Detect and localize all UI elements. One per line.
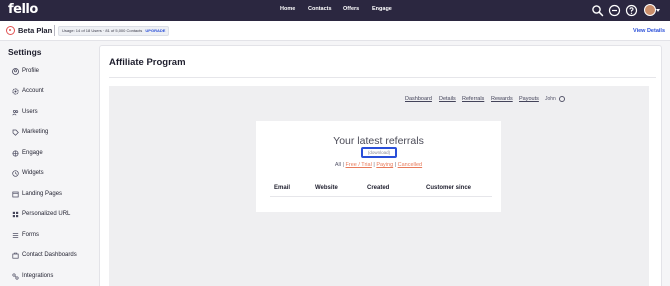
column-header-created: Created <box>367 185 390 191</box>
gear-icon <box>12 88 19 95</box>
tab-dashboard[interactable]: Dashboard <box>405 96 432 102</box>
engage-icon <box>12 150 19 157</box>
download-label: (download) <box>367 150 391 155</box>
integrations-icon <box>12 273 19 280</box>
widget-icon <box>12 170 19 177</box>
affiliate-panel: Dashboard Details Referrals Rewards Payo… <box>109 86 649 286</box>
divider <box>109 77 656 78</box>
usage-badge: Usage: 14 of 18 Users · 81 of 5,000 Cont… <box>58 26 170 36</box>
user-circle-icon <box>12 68 19 75</box>
sidebar-item-label: Profile <box>22 68 40 74</box>
sidebar-item-label: Landing Pages <box>22 191 63 197</box>
sidebar-item-label: Widgets <box>22 170 44 176</box>
top-navigation-bar: fello Home Contacts Offers Engage <box>0 0 670 21</box>
plan-bar: Beta Plan Usage: 14 of 18 Users · 81 of … <box>0 21 670 41</box>
page-icon <box>12 191 19 198</box>
column-header-email: Email <box>274 185 291 191</box>
plan-status-icon <box>6 26 15 35</box>
sidebar-title: Settings <box>8 47 42 57</box>
user-avatar[interactable] <box>644 4 656 16</box>
app-logo[interactable]: fello <box>8 2 38 17</box>
filter-free-trial[interactable]: Free / Trial <box>346 162 372 168</box>
help-icon[interactable] <box>625 4 638 17</box>
tag-icon <box>12 129 19 136</box>
tab-details[interactable]: Details <box>439 96 456 102</box>
page-title: Affiliate Program <box>109 57 186 68</box>
column-header-website: Website <box>315 185 338 191</box>
sidebar-item-label: Marketing <box>22 129 49 135</box>
sidebar-item-label: Contact Dashboards <box>22 252 77 258</box>
nav-home[interactable]: Home <box>280 6 295 12</box>
card-title: Your latest referrals <box>333 135 424 147</box>
filter-cancelled[interactable]: Cancelled <box>398 162 422 168</box>
main-content: Affiliate Program Dashboard Details Refe… <box>99 45 662 286</box>
tab-rewards[interactable]: Rewards <box>491 96 513 102</box>
dashboard-icon <box>12 252 19 259</box>
nav-engage[interactable]: Engage <box>372 6 392 12</box>
nav-offers[interactable]: Offers <box>343 6 359 12</box>
sidebar-item-label: Forms <box>22 232 39 238</box>
filter-paying[interactable]: Paying <box>376 162 393 168</box>
grid-icon <box>12 211 19 218</box>
user-name: John <box>545 96 556 102</box>
filter-all[interactable]: All <box>335 162 341 168</box>
divider <box>54 25 55 36</box>
users-icon <box>12 109 19 116</box>
tab-payouts[interactable]: Payouts <box>519 96 539 102</box>
sidebar-item-label: Personalized URL <box>22 211 71 217</box>
upgrade-link[interactable]: UPGRADE <box>145 28 165 33</box>
sidebar-item-label: Account <box>22 88 44 94</box>
clock-icon[interactable] <box>559 96 565 102</box>
nav-contacts[interactable]: Contacts <box>308 6 332 12</box>
search-icon[interactable] <box>591 4 604 17</box>
column-header-customer-since: Customer since <box>426 185 472 191</box>
plan-name: Beta Plan <box>18 26 53 35</box>
sidebar-item-label: Integrations <box>22 273 54 279</box>
add-circle-icon[interactable] <box>608 4 621 17</box>
referrals-card: Your latest referrals (download) All | F… <box>256 121 501 212</box>
referral-filters: All | Free / Trial | Paying | Cancelled <box>334 162 423 168</box>
view-details-link[interactable]: View Details <box>633 28 665 34</box>
list-icon <box>12 233 19 238</box>
sidebar-item-label: Engage <box>22 150 43 156</box>
divider <box>270 196 492 197</box>
tab-referrals[interactable]: Referrals <box>462 96 484 102</box>
chevron-down-icon[interactable] <box>656 9 660 12</box>
sidebar-item-label: Users <box>22 109 38 115</box>
usage-text: Usage: 14 of 18 Users · 81 of 5,000 Cont… <box>62 28 143 33</box>
download-button[interactable]: (download) <box>361 147 397 158</box>
